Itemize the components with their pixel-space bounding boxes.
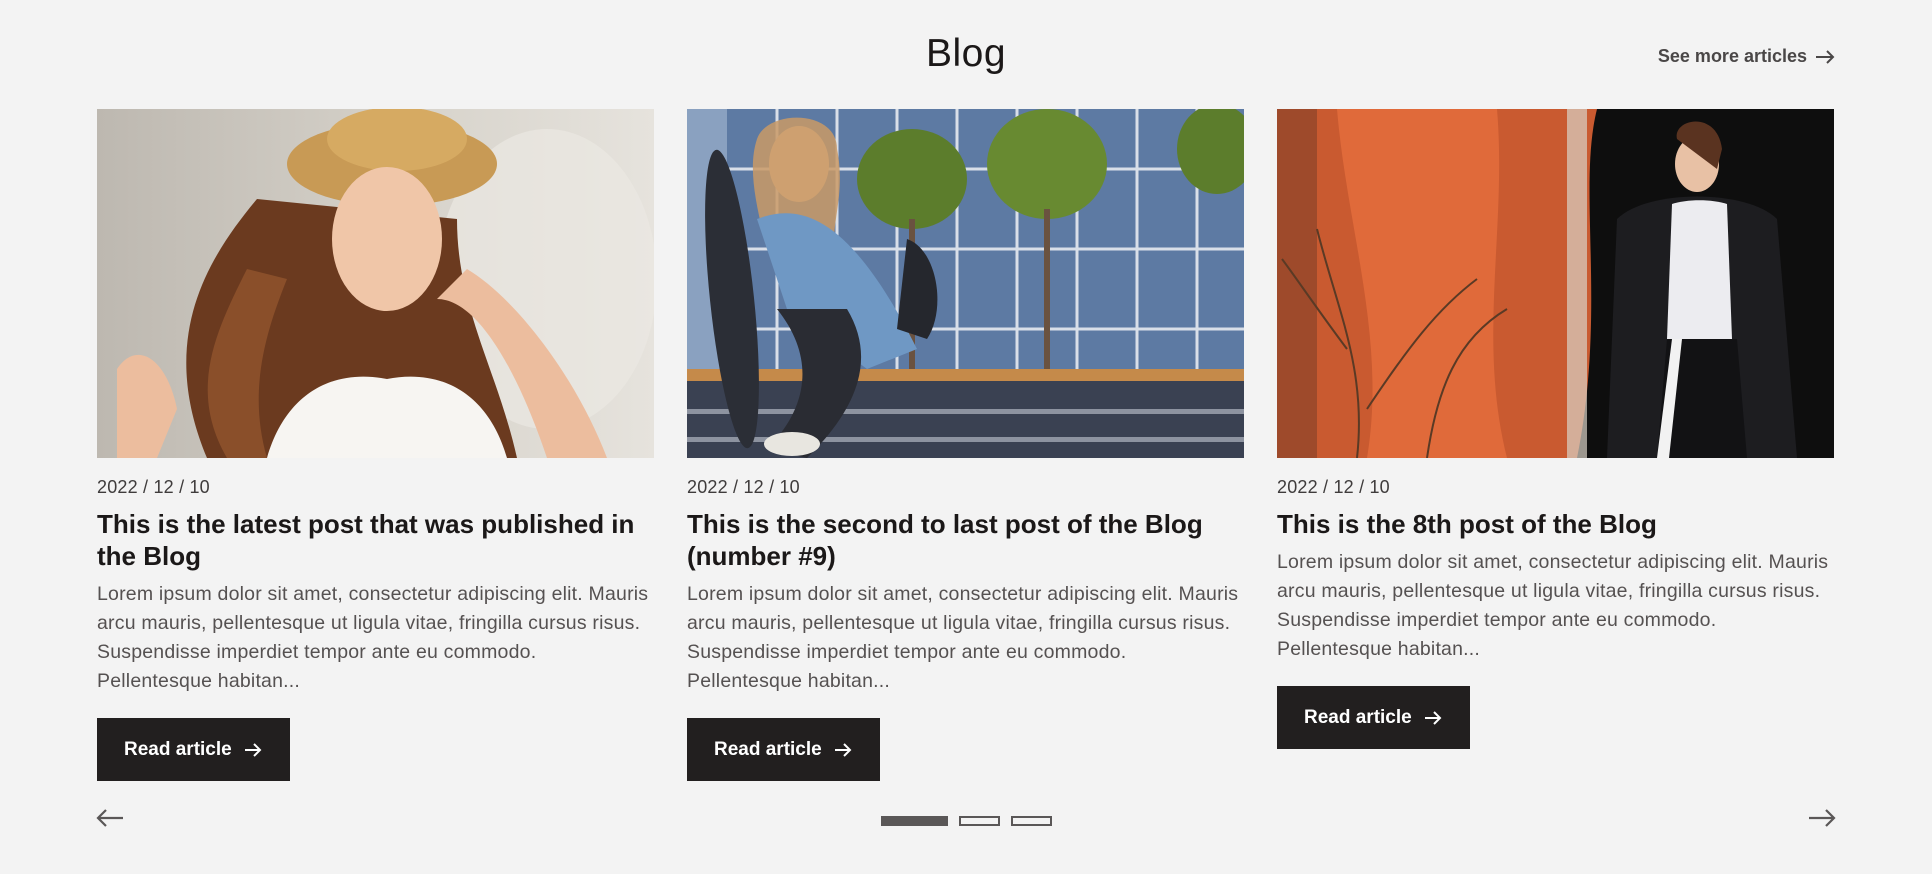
carousel-prev-button[interactable] (96, 808, 124, 833)
post-date: 2022 / 12 / 10 (687, 477, 800, 497)
pagination-dot-3[interactable] (1011, 816, 1052, 826)
arrow-right-icon (1424, 710, 1442, 725)
post-excerpt: Lorem ipsum dolor sit amet, consectetur … (1277, 551, 1829, 660)
page-title: Blog (925, 32, 1007, 75)
see-more-articles-link[interactable]: See more articles (1658, 46, 1835, 67)
read-article-button[interactable]: Read article (687, 718, 880, 781)
arrow-right-icon (1809, 809, 1836, 827)
arrow-right-icon (1816, 49, 1835, 64)
post-excerpt: Lorem ipsum dolor sit amet, consectetur … (687, 583, 1239, 692)
arrow-right-icon (834, 742, 852, 757)
post-image[interactable] (687, 109, 1244, 458)
see-more-label: See more articles (1657, 46, 1807, 66)
pagination-dot-1[interactable] (881, 816, 948, 826)
post-date: 2022 / 12 / 10 (97, 477, 210, 497)
blog-section: Blog See more articles 2022 / 12 / 10 Th… (0, 0, 1932, 874)
post-card: 2022 / 12 / 10 This is the second to las… (687, 109, 1244, 781)
post-excerpt: Lorem ipsum dolor sit amet, consectetur … (97, 583, 649, 692)
post-title[interactable]: This is the second to last post of the B… (687, 508, 1244, 572)
post-date: 2022 / 12 / 10 (1277, 477, 1390, 497)
read-article-label: Read article (714, 738, 822, 760)
post-cards: 2022 / 12 / 10 This is the latest post t… (97, 109, 1835, 781)
pagination-dot-2[interactable] (959, 816, 1000, 826)
arrow-left-icon (96, 809, 123, 827)
read-article-button[interactable]: Read article (97, 718, 290, 781)
carousel-pagination (881, 816, 1052, 826)
arrow-right-icon (244, 742, 262, 757)
post-card: 2022 / 12 / 10 This is the latest post t… (97, 109, 654, 781)
post-image[interactable] (97, 109, 654, 458)
post-title[interactable]: This is the 8th post of the Blog (1277, 508, 1834, 540)
read-article-label: Read article (1304, 706, 1412, 728)
post-image[interactable] (1277, 109, 1834, 458)
read-article-label: Read article (124, 738, 232, 760)
post-card: 2022 / 12 / 10 This is the 8th post of t… (1277, 109, 1834, 781)
read-article-button[interactable]: Read article (1277, 686, 1470, 749)
post-title[interactable]: This is the latest post that was publish… (97, 508, 654, 572)
carousel-next-button[interactable] (1808, 808, 1836, 833)
